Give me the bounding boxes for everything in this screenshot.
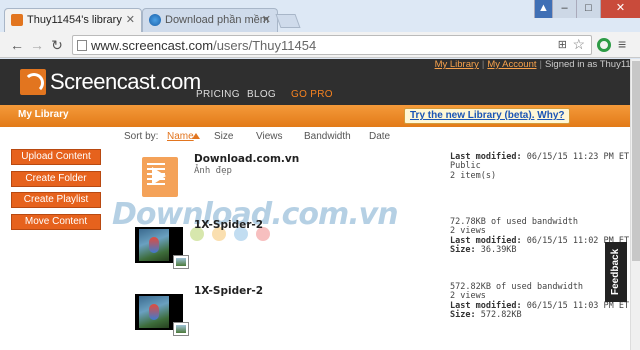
sort-size[interactable]: Size (214, 131, 233, 142)
meta-value: 572.82KB (480, 309, 522, 320)
meta-label: Size: (450, 244, 476, 255)
close-window-icon[interactable]: ✕ (600, 0, 640, 18)
item-subtitle: Ảnh đẹp (194, 166, 232, 176)
screencast-favicon (11, 14, 23, 26)
reload-icon[interactable]: ↻ (48, 36, 66, 54)
new-tab-button[interactable] (275, 14, 301, 28)
sort-views[interactable]: Views (256, 131, 283, 142)
browser-toolbar: ← → ↻ www.screencast.com/users/Thuy11454… (0, 32, 640, 58)
user-icon[interactable]: ▲ (534, 0, 552, 18)
why-link[interactable]: Why? (537, 110, 564, 121)
item-title[interactable]: 1X-Spider-2 (194, 219, 263, 231)
create-playlist-button[interactable]: Create Playlist (11, 192, 101, 208)
meta-value: 36.39KB (480, 244, 517, 255)
nav-pricing[interactable]: PRICING (196, 89, 240, 100)
folder-icon[interactable] (142, 157, 178, 197)
site-header: Screencast.com PRICING BLOG GO PRO My Li… (0, 59, 640, 105)
minimize-icon[interactable]: – (552, 0, 576, 18)
tab-title: Thuy11454's library (27, 14, 122, 26)
upload-content-button[interactable]: Upload Content (11, 149, 101, 165)
page-icon (77, 40, 87, 51)
sort-date[interactable]: Date (369, 131, 390, 142)
url-path: /users/Thuy11454 (213, 38, 317, 53)
screencast-logo-icon[interactable] (20, 69, 46, 95)
try-new-library-banner: Try the new Library (beta). Why? (404, 108, 571, 124)
tab-library[interactable]: Thuy11454's library ✕ (4, 8, 142, 32)
nav-blog[interactable]: BLOG (247, 89, 276, 100)
account-links: My Library | My Account | Signed in as Thuy1… (434, 59, 636, 70)
menu-icon[interactable]: ≡ (618, 36, 626, 52)
sort-label: Sort by: (124, 131, 159, 142)
create-folder-button[interactable]: Create Folder (11, 171, 101, 187)
feedback-tab[interactable]: Feedback (605, 242, 627, 302)
video-thumbnail[interactable] (135, 294, 189, 336)
thumbnail-image (139, 229, 169, 261)
forward-icon[interactable]: → (28, 36, 46, 54)
chrome-favicon (149, 14, 161, 26)
web-page: Screencast.com PRICING BLOG GO PRO My Li… (0, 59, 640, 350)
image-type-icon (173, 322, 189, 336)
maximize-icon[interactable]: □ (576, 0, 600, 18)
sort-bandwidth[interactable]: Bandwidth (304, 131, 351, 142)
browser-titlebar: Thuy11454's library ✕ Download phần mềm … (0, 0, 640, 48)
url-text: www.screencast.com/users/Thuy11454 (91, 38, 316, 53)
site-logo[interactable]: Screencast.com (50, 69, 201, 95)
back-icon[interactable]: ← (8, 36, 26, 54)
video-thumbnail[interactable] (135, 227, 189, 269)
move-content-button[interactable]: Move Content (11, 214, 101, 230)
item-title[interactable]: Download.com.vn (194, 153, 299, 165)
try-new-library-link[interactable]: Try the new Library (beta). (410, 110, 534, 121)
page-scrollbar[interactable] (630, 59, 640, 350)
nav-go-pro[interactable]: GO PRO (291, 89, 333, 100)
item-meta: Last modified: 06/15/15 11:23 PM ET Publ… (450, 152, 630, 181)
thumbnail-image (139, 296, 169, 328)
my-account-link[interactable]: My Account (487, 59, 536, 70)
section-title: My Library (18, 109, 69, 120)
scrollbar-thumb[interactable] (632, 61, 640, 261)
extension-icon[interactable] (597, 38, 611, 52)
item-meta: 72.78KB of used bandwidth 2 views Last m… (450, 217, 629, 255)
close-icon[interactable]: ✕ (126, 9, 135, 31)
signed-in-text: Signed in as Thuy114 (544, 59, 636, 70)
library-bar: My Library Try the new Library (beta). W… (0, 105, 640, 127)
item-meta: 572.82KB of used bandwidth 2 views Last … (450, 282, 630, 320)
my-library-link[interactable]: My Library (435, 59, 479, 70)
url-host: www.screencast.com (91, 38, 214, 53)
tab-download[interactable]: Download phần mềm mi ✕ (142, 8, 278, 48)
translate-icon[interactable]: ⊞ (558, 38, 567, 51)
meta-value: 06/15/15 11:23 PM ET (526, 152, 630, 162)
meta-label: Size: (450, 309, 476, 320)
sort-name[interactable]: Name (167, 131, 194, 142)
address-bar[interactable]: www.screencast.com/users/Thuy11454 ⊞ ☆ (72, 35, 592, 55)
close-icon[interactable]: ✕ (262, 9, 271, 31)
sort-asc-icon (192, 133, 200, 139)
bookmark-star-icon[interactable]: ☆ (572, 36, 585, 53)
item-title[interactable]: 1X-Spider-2 (194, 285, 263, 297)
meta-value: 06/15/15 11:03 PM ET (526, 300, 630, 311)
window-controls: ▲ – □ ✕ (534, 0, 640, 18)
meta-value: 2 item(s) (450, 170, 497, 181)
image-type-icon (173, 255, 189, 269)
